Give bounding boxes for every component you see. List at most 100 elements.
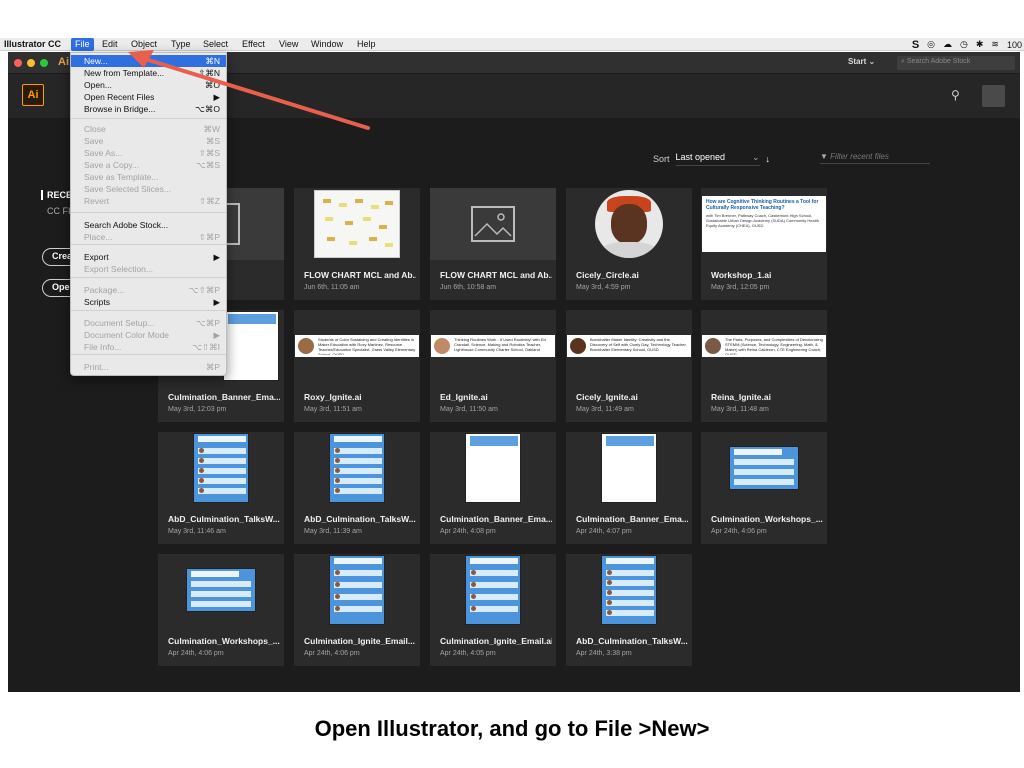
recent-file-card[interactable]: Burckhalter Maker Identity: Creativity a… bbox=[566, 310, 692, 422]
menu-separator bbox=[71, 212, 226, 213]
file-name: Reina_Ignite.ai bbox=[711, 392, 771, 402]
menu-item-revert: Revert ⇧⌘Z bbox=[71, 195, 226, 207]
recent-file-card[interactable]: Cicely_Circle.ai May 3rd, 4:59 pm bbox=[566, 188, 692, 300]
search-icon[interactable]: ⚲ bbox=[951, 88, 967, 104]
recent-file-card[interactable]: FLOW CHART MCL and Ab... Jun 6th, 11:05 … bbox=[294, 188, 420, 300]
menu-help[interactable]: Help bbox=[353, 38, 380, 51]
menu-item-label: Revert bbox=[84, 196, 110, 206]
file-name: Culmination_Workshops_... bbox=[168, 636, 280, 646]
sort-direction-icon[interactable]: ↓ bbox=[766, 154, 771, 164]
menu-item-close: Close ⌘W bbox=[71, 123, 226, 135]
close-window-button[interactable] bbox=[14, 59, 22, 67]
menu-item-save-as-template: Save as Template... bbox=[71, 171, 226, 183]
stock-search-input[interactable]: ⌕ Search Adobe Stock bbox=[897, 56, 1015, 70]
recent-file-card[interactable]: Culmination_Workshops_... Apr 24th, 4:06… bbox=[158, 554, 284, 666]
recent-file-card[interactable]: AbD_Culmination_TalksW... May 3rd, 11:46… bbox=[158, 432, 284, 544]
menu-edit[interactable]: Edit bbox=[98, 38, 122, 51]
menu-shortcut: ⇧⌘S bbox=[198, 148, 220, 158]
menu-item-search-adobe-stock[interactable]: Search Adobe Stock... bbox=[71, 219, 226, 231]
menu-item-label: Save bbox=[84, 136, 104, 146]
app-menu[interactable]: Illustrator CC bbox=[4, 39, 61, 49]
skype-icon[interactable]: S bbox=[912, 39, 919, 51]
recent-file-card[interactable]: Culmination_Banner_Ema... Apr 24th, 4:08… bbox=[430, 432, 556, 544]
menu-item-label: New... bbox=[84, 56, 108, 66]
menu-shortcut: ⇧⌘P bbox=[198, 232, 220, 242]
menu-item-label: Document Color Mode bbox=[84, 330, 170, 340]
submenu-arrow-icon: ▶ bbox=[213, 330, 220, 340]
file-name: AbD_Culmination_TalksW... bbox=[576, 636, 688, 646]
menu-type[interactable]: Type bbox=[167, 38, 195, 51]
filter-input[interactable]: ▼ Filter recent files bbox=[820, 152, 930, 164]
file-thumbnail: Thinking Routines Work - If Used Routine… bbox=[430, 310, 556, 382]
menu-item-export-selection: Export Selection... bbox=[71, 263, 226, 275]
file-name: FLOW CHART MCL and Ab... bbox=[440, 270, 552, 280]
menu-effect[interactable]: Effect bbox=[238, 38, 269, 51]
filter-placeholder: Filter recent files bbox=[830, 152, 889, 161]
sort-value: Last opened bbox=[675, 152, 726, 162]
menu-item-new-from-template[interactable]: New from Template... ⇧⌘N bbox=[71, 67, 226, 79]
file-date: May 3rd, 11:39 am bbox=[304, 528, 362, 535]
menu-item-label: Export Selection... bbox=[84, 264, 153, 274]
menu-object[interactable]: Object bbox=[127, 38, 161, 51]
file-thumbnail bbox=[294, 432, 420, 504]
minimize-window-button[interactable] bbox=[27, 59, 35, 67]
sync-icon[interactable]: ◎ bbox=[927, 39, 935, 50]
recent-file-card[interactable]: Thinking Routines Work - If Used Routine… bbox=[430, 310, 556, 422]
menu-select[interactable]: Select bbox=[199, 38, 232, 51]
chevron-down-icon: ⌄ bbox=[751, 152, 760, 162]
recent-file-card[interactable]: AbD_Culmination_TalksW... Apr 24th, 3:38… bbox=[566, 554, 692, 666]
menu-item-print: Print... ⌘P bbox=[71, 361, 226, 373]
menu-view[interactable]: View bbox=[275, 38, 302, 51]
menu-item-label: Print... bbox=[84, 362, 109, 372]
poster-preview bbox=[193, 433, 249, 503]
banner-text: The Parts, Purposes, and Complexities of… bbox=[725, 337, 823, 355]
banner-preview: Burckhalter Maker Identity: Creativity a… bbox=[567, 335, 691, 357]
menu-item-browse-in-bridge[interactable]: Browse in Bridge... ⌥⌘O bbox=[71, 103, 226, 115]
menu-separator bbox=[71, 354, 226, 355]
stock-search-placeholder: Search Adobe Stock bbox=[906, 58, 971, 65]
file-date: Apr 24th, 4:05 pm bbox=[440, 650, 496, 657]
menu-item-label: Search Adobe Stock... bbox=[84, 220, 169, 230]
menu-shortcut: ⌘O bbox=[204, 80, 220, 90]
menu-item-open-recent-files[interactable]: Open Recent Files ▶ bbox=[71, 91, 226, 103]
app-title: Ai bbox=[58, 56, 69, 68]
menu-item-export[interactable]: Export ▶ bbox=[71, 251, 226, 263]
bluetooth-icon[interactable]: ✱ bbox=[976, 39, 984, 50]
menu-item-new[interactable]: New... ⌘N bbox=[71, 55, 226, 67]
menu-file[interactable]: File bbox=[71, 38, 94, 51]
workspace-switcher[interactable]: Start ⌄ bbox=[848, 57, 875, 66]
recent-file-card[interactable]: The Parts, Purposes, and Complexities of… bbox=[701, 310, 827, 422]
file-name: Culmination_Ignite_Email.ai bbox=[440, 636, 552, 646]
recent-file-card[interactable]: Students of Color Sustaining and Creatin… bbox=[294, 310, 420, 422]
recent-file-card[interactable]: Culmination_Workshops_... Apr 24th, 4:06… bbox=[701, 432, 827, 544]
clock-icon[interactable]: ◷ bbox=[960, 39, 968, 50]
recent-file-card[interactable]: How are Cognitive Thinking Routines a To… bbox=[701, 188, 827, 300]
wifi-icon[interactable]: ≋ bbox=[991, 39, 999, 50]
banner-text: Students of Color Sustaining and Creatin… bbox=[318, 337, 416, 355]
sort-select[interactable]: Last opened ⌄ bbox=[675, 152, 760, 166]
file-thumbnail: Burckhalter Maker Identity: Creativity a… bbox=[566, 310, 692, 382]
cloud-icon[interactable]: ☁ bbox=[943, 39, 952, 50]
recent-file-card[interactable]: FLOW CHART MCL and Ab... Jun 6th, 10:58 … bbox=[430, 188, 556, 300]
sort-label: Sort bbox=[653, 154, 670, 164]
recent-file-card[interactable]: Culmination_Banner_Ema... Apr 24th, 4:07… bbox=[566, 432, 692, 544]
zoom-window-button[interactable] bbox=[40, 59, 48, 67]
menu-item-scripts[interactable]: Scripts ▶ bbox=[71, 296, 226, 308]
poster-preview bbox=[601, 433, 657, 503]
menu-item-save-selected-slices: Save Selected Slices... bbox=[71, 183, 226, 195]
file-name: AbD_Culmination_TalksW... bbox=[304, 514, 416, 524]
poster-preview bbox=[223, 311, 279, 381]
recent-file-card[interactable]: AbD_Culmination_TalksW... May 3rd, 11:39… bbox=[294, 432, 420, 544]
file-thumbnail bbox=[158, 554, 284, 626]
file-name: Ed_Ignite.ai bbox=[440, 392, 488, 402]
recent-file-card[interactable]: Culmination_Ignite_Email.ai Apr 24th, 4:… bbox=[430, 554, 556, 666]
menu-item-save-as: Save As... ⇧⌘S bbox=[71, 147, 226, 159]
menu-item-document-color-mode: Document Color Mode ▶ bbox=[71, 329, 226, 341]
poster-preview bbox=[329, 433, 385, 503]
menu-window[interactable]: Window bbox=[307, 38, 347, 51]
menu-item-open[interactable]: Open... ⌘O bbox=[71, 79, 226, 91]
status-area: S ◎ ☁ ◷ ✱ ≋ 100 bbox=[912, 38, 1024, 51]
banner-text: Burckhalter Maker Identity: Creativity a… bbox=[590, 337, 687, 352]
avatar[interactable] bbox=[982, 85, 1005, 107]
recent-file-card[interactable]: Culmination_Ignite_Email... Apr 24th, 4:… bbox=[294, 554, 420, 666]
